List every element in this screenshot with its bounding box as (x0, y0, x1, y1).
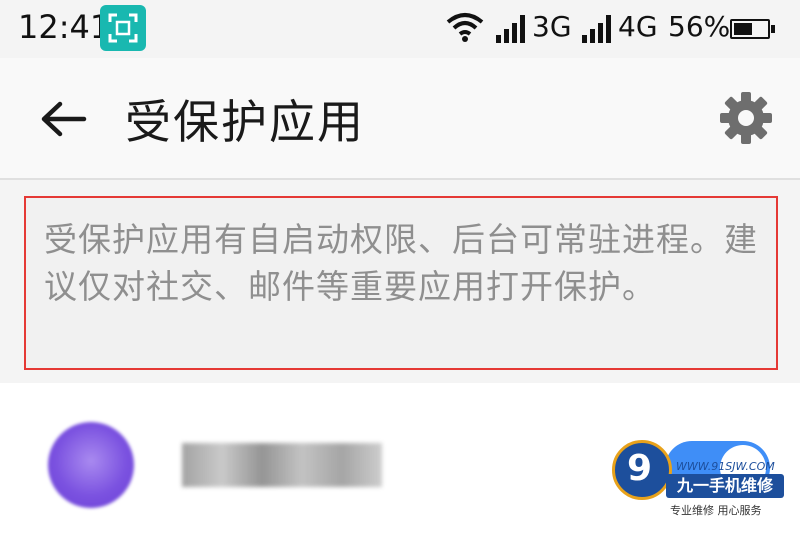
wifi-icon (446, 13, 484, 42)
screenshot-badge-icon (100, 5, 146, 51)
status-time: 12:41 (18, 8, 111, 46)
watermark-brand: 九一手机维修 (666, 474, 784, 498)
page-title: 受保护应用 (125, 95, 365, 149)
watermark-url: WWW.91SJW.COM (676, 460, 775, 473)
back-arrow-icon[interactable] (38, 94, 88, 144)
status-icons: 3G 4G 56% (446, 9, 786, 49)
battery-icon (730, 19, 775, 39)
app-icon (48, 422, 134, 508)
watermark-logo: 9 WWW.91SJW.COM 九一手机维修 专业维修 用心服务 (612, 440, 792, 522)
app-name-blurred (182, 443, 382, 487)
signal-icon (496, 15, 525, 43)
protection-notice: 受保护应用有自启动权限、后台可常驻进程。建议仅对社交、邮件等重要应用打开保护。 (24, 196, 778, 370)
watermark-emblem: 9 (612, 440, 672, 500)
network-4g-label: 4G (618, 10, 658, 43)
battery-level-fill (734, 23, 752, 35)
battery-percent: 56% (668, 10, 731, 43)
status-bar: 12:41 3G 4G 56% (0, 0, 800, 58)
watermark-logo-text: 9 (627, 448, 653, 489)
network-3g-label: 3G (532, 10, 572, 43)
signal-icon (582, 15, 611, 43)
gear-icon[interactable] (718, 90, 774, 146)
notice-text: 受保护应用有自启动权限、后台可常驻进程。建议仅对社交、邮件等重要应用打开保护。 (44, 220, 758, 306)
app-bar: 受保护应用 (0, 58, 800, 180)
watermark-slogan: 专业维修 用心服务 (670, 504, 762, 517)
